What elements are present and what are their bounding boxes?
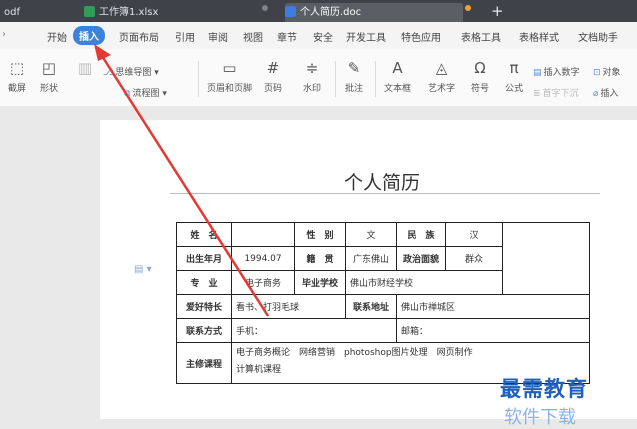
annotation-arrow (94, 44, 270, 317)
watermark-sub: 软件下载 (504, 407, 576, 428)
watermark-logo: 最需教育 (500, 376, 588, 401)
arrow-line (100, 55, 270, 317)
arrow-head (94, 44, 111, 61)
